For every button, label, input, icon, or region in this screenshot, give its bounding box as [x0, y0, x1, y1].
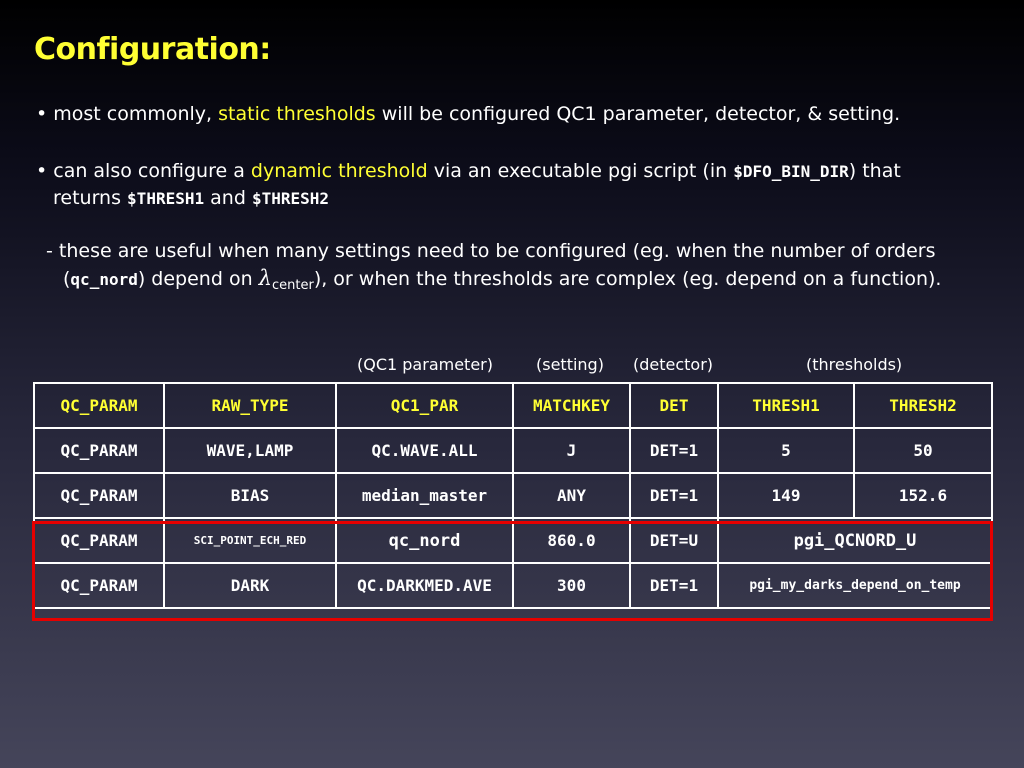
bullet1-prefix: • most commonly,: [36, 103, 219, 125]
bullet-usefulness: - these are useful when many settings ne…: [46, 238, 941, 299]
bullet3-dep: ) depend on: [137, 268, 259, 290]
table-cell: 152.6: [853, 472, 993, 519]
table-cell: DET=1: [629, 562, 719, 609]
table-header-row: QC_PARAM RAW_TYPE QC1_PAR MATCHKEY DET T…: [33, 382, 993, 429]
table-cell: QC_PARAM: [33, 472, 165, 519]
table-cell: 149: [717, 472, 855, 519]
table-row: QC_PARAM BIAS median_master ANY DET=1 14…: [33, 472, 993, 519]
table-row: QC_PARAM DARK QC.DARKMED.AVE 300 DET=1 p…: [33, 562, 993, 609]
bullet2-and: and: [204, 187, 252, 209]
bullet2-returns: returns: [53, 187, 128, 209]
lambda-symbol: λ: [258, 266, 272, 290]
table-cell: 5: [717, 427, 855, 474]
header-cell: MATCHKEY: [512, 382, 631, 429]
header-cell: THRESH2: [853, 382, 993, 429]
table-cell-merged-thresholds: pgi_my_darks_depend_on_temp: [717, 562, 993, 609]
table-cell: ANY: [512, 472, 631, 519]
table-cell: 50: [853, 427, 993, 474]
bullet2-prefix: • can also configure a: [36, 160, 251, 182]
caption-thresholds: (thresholds): [806, 355, 903, 374]
bullet-dynamic-threshold: • can also configure a dynamic threshold…: [36, 158, 901, 212]
table-cell: DARK: [163, 562, 337, 609]
bullet1-suffix: will be configured QC1 parameter, detect…: [375, 103, 901, 125]
bullet-static-thresholds: • most commonly, static thresholds will …: [36, 101, 900, 128]
header-cell: RAW_TYPE: [163, 382, 337, 429]
table-row: QC_PARAM WAVE,LAMP QC.WAVE.ALL J DET=1 5…: [33, 427, 993, 474]
table-cell: J: [512, 427, 631, 474]
table-cell: QC.WAVE.ALL: [335, 427, 514, 474]
code-thresh1: $THRESH1: [127, 189, 205, 208]
header-cell: QC_PARAM: [33, 382, 165, 429]
bullet2-mid: via an executable pgi script (in: [427, 160, 734, 182]
bullet3-line1: - these are useful when many settings ne…: [46, 240, 936, 262]
table-cell: DET=U: [629, 517, 719, 564]
bullet2-after-dir: ) that: [848, 160, 901, 182]
code-qc-nord: qc_nord: [70, 270, 138, 289]
caption-setting: (setting): [536, 355, 604, 374]
table-cell: DET=1: [629, 472, 719, 519]
table-cell: WAVE,LAMP: [163, 427, 337, 474]
bullet3-rest: ), or when the thresholds are complex (e…: [313, 268, 942, 290]
table-cell: QC.DARKMED.AVE: [335, 562, 514, 609]
table-cell: BIAS: [163, 472, 337, 519]
table-cell: qc_nord: [335, 517, 514, 564]
table-cell: DET=1: [629, 427, 719, 474]
table-cell-merged-thresholds: pgi_QCNORD_U: [717, 517, 993, 564]
caption-detector: (detector): [633, 355, 714, 374]
header-cell: QC1_PAR: [335, 382, 514, 429]
header-cell: THRESH1: [717, 382, 855, 429]
slide-title: Configuration:: [34, 32, 271, 67]
table-cell: SCI_POINT_ECH_RED: [163, 517, 337, 564]
table-cell: QC_PARAM: [33, 427, 165, 474]
table-cell: median_master: [335, 472, 514, 519]
table-cell: 860.0: [512, 517, 631, 564]
table-cell: QC_PARAM: [33, 517, 165, 564]
caption-qc1-parameter: (QC1 parameter): [357, 355, 493, 374]
config-table: QC_PARAM RAW_TYPE QC1_PAR MATCHKEY DET T…: [33, 382, 993, 609]
table-row: QC_PARAM SCI_POINT_ECH_RED qc_nord 860.0…: [33, 517, 993, 564]
bullet1-highlight: static thresholds: [218, 103, 376, 125]
code-dfo-bin-dir: $DFO_BIN_DIR: [733, 162, 849, 181]
header-cell: DET: [629, 382, 719, 429]
lambda-subscript: center: [271, 278, 314, 293]
table-cell: QC_PARAM: [33, 562, 165, 609]
code-thresh2: $THRESH2: [251, 189, 329, 208]
bullet2-highlight: dynamic threshold: [250, 160, 428, 182]
table-cell: 300: [512, 562, 631, 609]
